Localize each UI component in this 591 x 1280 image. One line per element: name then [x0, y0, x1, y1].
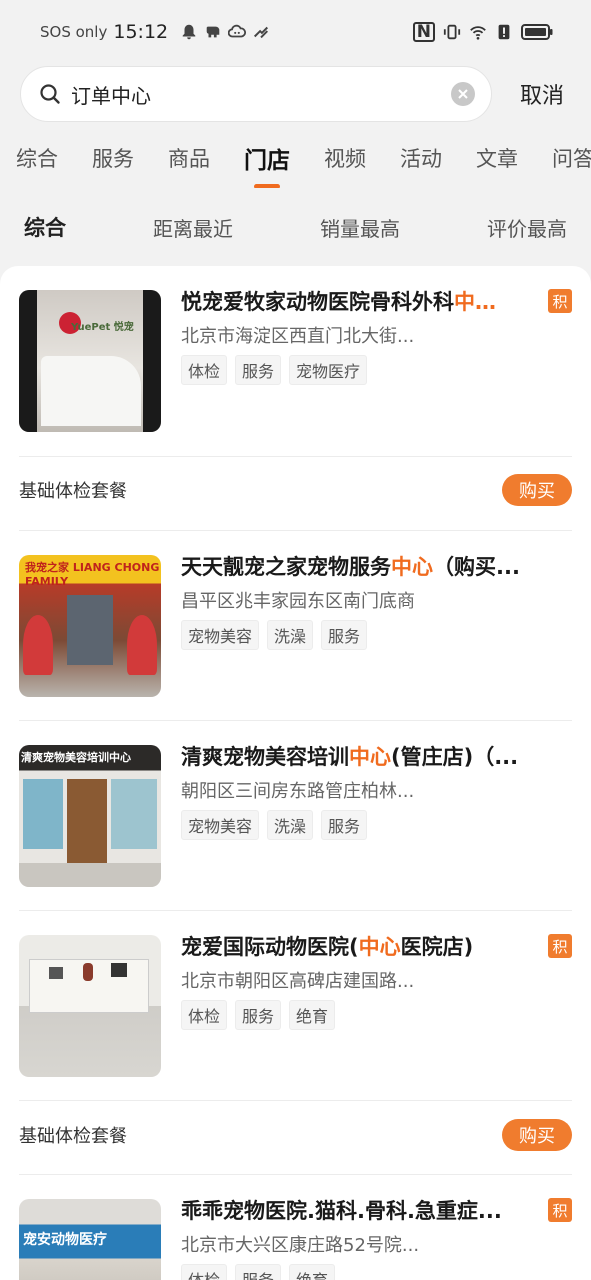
thumb-sign: YuePet 悦宠 — [71, 322, 134, 333]
tag: 服务 — [321, 810, 368, 840]
tab-qa[interactable]: 问答 — [552, 139, 591, 173]
divider — [19, 1100, 572, 1101]
thumb-sign: 宠安动物医疗 — [23, 1232, 107, 1248]
divider — [19, 456, 572, 457]
store-thumbnail[interactable]: 我宠之家 LIANG CHONG FAMILY — [19, 555, 161, 697]
store-tags: 宠物美容 洗澡 服务 — [181, 810, 368, 840]
package-name: 基础体检套餐 — [19, 481, 127, 502]
store-address: 北京市海淀区西直门北大街... — [181, 326, 415, 347]
cloud-icon — [228, 24, 247, 38]
store-title-row[interactable]: 宠爱国际动物医院(中心医院店) 积 — [181, 931, 572, 961]
store-name[interactable]: 宠爱国际动物医院(中心医院店) — [181, 931, 538, 961]
store-address: 北京市大兴区康庄路52号院... — [181, 1235, 420, 1256]
close-icon — [458, 89, 468, 99]
tag: 体检 — [181, 1264, 228, 1280]
sort-distance[interactable]: 距离最近 — [153, 213, 233, 242]
store-thumbnail[interactable] — [19, 935, 161, 1077]
search-icon — [40, 84, 60, 104]
search-query[interactable]: 订单中心 — [71, 80, 451, 109]
sort-bar: 综合 距离最近 销量最高 评价最高 — [0, 188, 591, 260]
thumb-sign: 我宠之家 LIANG CHONG FAMILY — [25, 561, 160, 588]
store-title-row[interactable]: 清爽宠物美容培训中心(管庄店)（... — [181, 741, 572, 771]
tag: 服务 — [321, 620, 368, 650]
elephant-icon — [206, 26, 220, 38]
tag: 服务 — [235, 1000, 282, 1030]
tab-stores[interactable]: 门店 — [244, 137, 290, 175]
store-tags: 体检 服务 绝育 — [181, 1000, 336, 1030]
tab-general[interactable]: 综合 — [16, 139, 58, 173]
tab-service[interactable]: 服务 — [92, 139, 134, 173]
store-name[interactable]: 乖乖宠物医院.猫科.骨科.急重症... — [181, 1195, 538, 1225]
store-title-row[interactable]: 悦宠爱牧家动物医院骨科外科中… 积 — [181, 286, 572, 316]
nfc-icon: N — [412, 22, 435, 42]
status-bar: SOS only 15:12 N — [0, 0, 591, 64]
points-badge: 积 — [548, 289, 572, 313]
store-name[interactable]: 天天靓宠之家宠物服务中心（购买... — [181, 551, 572, 581]
tag: 绝育 — [289, 1000, 336, 1030]
package-row[interactable]: 基础体检套餐 购买 — [19, 474, 572, 506]
store-thumbnail[interactable]: 清爽宠物美容培训中心 — [19, 745, 161, 887]
store-name[interactable]: 清爽宠物美容培训中心(管庄店)（... — [181, 741, 572, 771]
signal-off-icon — [254, 26, 269, 39]
tab-products[interactable]: 商品 — [168, 139, 210, 173]
wifi-icon — [470, 26, 486, 40]
tag: 绝育 — [289, 1264, 336, 1280]
buy-button[interactable]: 购买 — [502, 474, 572, 506]
divider — [19, 910, 572, 911]
divider — [19, 530, 572, 531]
alert-icon — [498, 24, 510, 40]
tag: 宠物医疗 — [289, 355, 368, 385]
clock: 15:12 — [113, 21, 169, 43]
tag: 洗澡 — [267, 810, 314, 840]
store-title-row[interactable]: 乖乖宠物医院.猫科.骨科.急重症... 积 — [181, 1195, 572, 1225]
tag: 服务 — [235, 355, 282, 385]
divider — [19, 720, 572, 721]
store-tags: 体检 服务 绝育 — [181, 1264, 336, 1280]
store-title-row[interactable]: 天天靓宠之家宠物服务中心（购买... — [181, 551, 572, 581]
store-address: 北京市朝阳区高碑店建国路... — [181, 971, 415, 992]
cancel-button[interactable]: 取消 — [520, 78, 564, 110]
sos-text: SOS only — [40, 23, 108, 41]
store-thumbnail[interactable]: 宠安动物医疗 — [19, 1199, 161, 1280]
divider — [19, 1174, 572, 1175]
package-row[interactable]: 基础体检套餐 购买 — [19, 1119, 572, 1151]
tag: 服务 — [235, 1264, 282, 1280]
store-address: 朝阳区三间房东路管庄柏林... — [181, 781, 415, 802]
tag: 宠物美容 — [181, 810, 260, 840]
tag: 体检 — [181, 355, 228, 385]
points-badge: 积 — [548, 934, 572, 958]
tag: 宠物美容 — [181, 620, 260, 650]
sort-general[interactable]: 综合 — [24, 212, 66, 242]
store-tags: 体检 服务 宠物医疗 — [181, 355, 368, 385]
store-list: YuePet 悦宠 悦宠爱牧家动物医院骨科外科中… 积 北京市海淀区西直门北大街… — [0, 266, 591, 1280]
sort-sales[interactable]: 销量最高 — [320, 213, 400, 242]
clear-search-button[interactable] — [451, 82, 475, 106]
category-tabs: 综合 服务 商品 门店 视频 活动 文章 问答 — [0, 124, 591, 188]
buy-button[interactable]: 购买 — [502, 1119, 572, 1151]
store-thumbnail[interactable]: YuePet 悦宠 — [19, 290, 161, 432]
tag: 洗澡 — [267, 620, 314, 650]
tag: 体检 — [181, 1000, 228, 1030]
thumb-sign: 清爽宠物美容培训中心 — [21, 751, 131, 764]
sort-rating[interactable]: 评价最高 — [487, 213, 567, 242]
store-tags: 宠物美容 洗澡 服务 — [181, 620, 368, 650]
tab-activities[interactable]: 活动 — [400, 139, 442, 173]
points-badge: 积 — [548, 1198, 572, 1222]
package-name: 基础体检套餐 — [19, 1126, 127, 1147]
battery-icon — [521, 24, 553, 40]
bell-icon — [182, 24, 196, 40]
search-row: 订单中心 取消 — [0, 64, 591, 124]
store-name[interactable]: 悦宠爱牧家动物医院骨科外科中… — [181, 286, 538, 316]
tab-articles[interactable]: 文章 — [476, 139, 518, 173]
store-address: 昌平区兆丰家园东区南门底商 — [181, 591, 415, 612]
tab-videos[interactable]: 视频 — [324, 139, 366, 173]
search-input[interactable]: 订单中心 — [20, 66, 492, 122]
vibrate-icon — [443, 24, 461, 40]
